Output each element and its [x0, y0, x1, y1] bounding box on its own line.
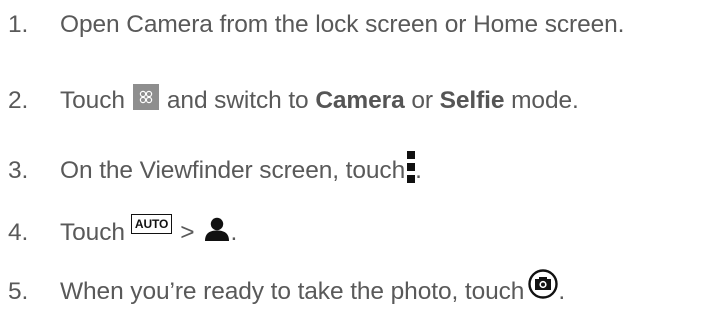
step-number: 5. — [8, 278, 29, 305]
step-4: 4. Touch AUTO > . — [0, 211, 237, 255]
selfie-mode-label: Selfie — [439, 87, 505, 114]
step-number: 3. — [8, 157, 29, 184]
step-text-middle: and switch to — [166, 87, 309, 114]
step-3: 3. On the Viewfinder screen, touch . — [0, 149, 422, 193]
step-number: 2. — [8, 87, 29, 114]
step-text-after: . — [230, 219, 238, 246]
step-text-before: When you’re ready to take the photo, tou… — [60, 278, 525, 305]
person-icon — [203, 217, 231, 241]
step-1: 1. Open Camera from the lock screen or H… — [0, 3, 624, 47]
step-text-after: mode. — [511, 87, 579, 114]
step-text-before: Touch — [60, 87, 125, 114]
step-text-after: . — [415, 157, 422, 184]
step-text-before: Touch — [60, 219, 125, 246]
step-5: 5. When you’re ready to take the photo, … — [0, 269, 566, 314]
camera-shutter-icon — [528, 269, 559, 299]
step-number: 4. — [8, 219, 29, 246]
step-text-after: . — [558, 278, 566, 305]
step-text-or: or — [411, 87, 433, 114]
step-number: 1. — [8, 11, 29, 38]
auto-mode-icon: AUTO — [130, 214, 173, 234]
instruction-steps: 1. Open Camera from the lock screen or H… — [0, 0, 708, 323]
step-text-before: On the Viewfinder screen, touch — [60, 157, 406, 184]
step-text: Open Camera from the lock screen or Home… — [60, 11, 625, 38]
step-2: 2. Touch and switch to Camera or Selfie … — [0, 79, 579, 123]
camera-modes-icon — [132, 84, 159, 110]
step-separator: > — [180, 219, 195, 246]
more-options-icon — [407, 151, 416, 183]
camera-mode-label: Camera — [315, 87, 405, 114]
